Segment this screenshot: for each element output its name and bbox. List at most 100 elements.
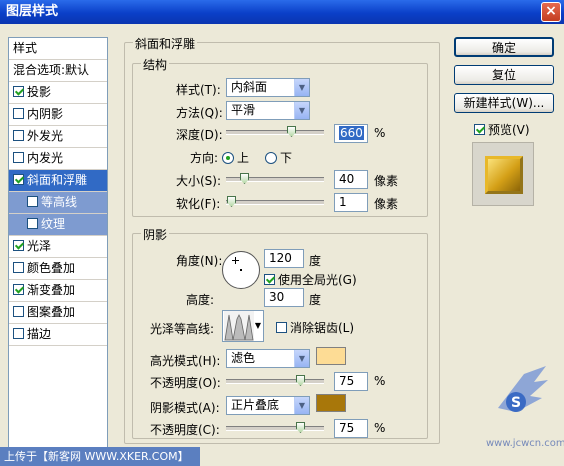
angle-input[interactable]: 120 bbox=[264, 249, 304, 268]
anti-aliased-checkbox[interactable] bbox=[276, 322, 287, 333]
size-input[interactable]: 40 bbox=[334, 170, 368, 189]
preview-checkbox[interactable] bbox=[474, 124, 485, 135]
list-item-stroke[interactable]: 描边 bbox=[9, 324, 107, 346]
preview-swatch bbox=[485, 156, 523, 194]
list-item-inner-shadow[interactable]: 内阴影 bbox=[9, 104, 107, 126]
altitude-unit: 度 bbox=[309, 293, 322, 307]
new-style-button[interactable]: 新建样式(W)... bbox=[454, 93, 554, 113]
direction-up-radio[interactable] bbox=[222, 152, 234, 164]
shadow-mode-select[interactable]: 正片叠底 ▼ bbox=[226, 396, 310, 415]
angle-crosshair-icon-v bbox=[235, 257, 236, 264]
angle-label: 角度(N): bbox=[176, 254, 223, 268]
direction-label: 方向: bbox=[190, 151, 219, 165]
size-slider[interactable] bbox=[226, 173, 324, 184]
angle-dial-center bbox=[240, 269, 242, 271]
close-button[interactable]: × bbox=[541, 2, 561, 22]
global-light-option[interactable]: 使用全局光(G) bbox=[264, 271, 357, 288]
chevron-down-icon: ▼ bbox=[294, 397, 309, 414]
technique-label: 方法(Q): bbox=[176, 106, 223, 120]
shadow-opacity-input[interactable]: 75 bbox=[334, 419, 368, 438]
technique-select[interactable]: 平滑 ▼ bbox=[226, 101, 310, 120]
ok-button[interactable]: 确定 bbox=[454, 37, 554, 57]
soften-slider[interactable] bbox=[226, 196, 324, 207]
depth-slider[interactable] bbox=[226, 126, 324, 137]
altitude-label: 高度: bbox=[186, 293, 215, 307]
bevel-emboss-title: 斜面和浮雕 bbox=[133, 35, 198, 52]
shadow-opacity-unit: % bbox=[374, 421, 386, 435]
preview-option[interactable]: 预览(V) bbox=[474, 121, 530, 138]
contour-curve-icon bbox=[224, 311, 254, 341]
gradient-overlay-checkbox[interactable] bbox=[13, 284, 24, 295]
svg-text:S: S bbox=[511, 395, 521, 411]
chevron-down-icon: ▼ bbox=[294, 79, 309, 96]
reset-button[interactable]: 复位 bbox=[454, 65, 554, 85]
highlight-opacity-input[interactable]: 75 bbox=[334, 372, 368, 391]
shadow-opacity-label: 不透明度(C): bbox=[150, 423, 220, 437]
anti-aliased-option[interactable]: 消除锯齿(L) bbox=[276, 319, 354, 336]
soften-label: 软化(F): bbox=[176, 197, 221, 211]
list-item-drop-shadow[interactable]: 投影 bbox=[9, 82, 107, 104]
soften-input[interactable]: 1 bbox=[334, 193, 368, 212]
structure-title: 结构 bbox=[141, 56, 170, 73]
global-light-checkbox[interactable] bbox=[264, 274, 275, 285]
texture-checkbox[interactable] bbox=[27, 218, 38, 229]
angle-dial[interactable] bbox=[222, 251, 260, 289]
stroke-checkbox[interactable] bbox=[13, 328, 24, 339]
altitude-input[interactable]: 30 bbox=[264, 288, 304, 307]
title-bar: 图层样式 × bbox=[0, 0, 564, 24]
styles-list: 样式 混合选项:默认 投影 内阴影 外发光 内发光 斜面和浮雕 等高线 纹理 光… bbox=[8, 37, 108, 452]
shadow-color-swatch[interactable] bbox=[316, 394, 346, 412]
gloss-contour-label: 光泽等高线: bbox=[150, 322, 215, 336]
list-item-color-overlay[interactable]: 颜色叠加 bbox=[9, 258, 107, 280]
angle-unit: 度 bbox=[309, 254, 322, 268]
depth-label: 深度(D): bbox=[176, 128, 223, 142]
list-item-texture[interactable]: 纹理 bbox=[9, 214, 107, 236]
shadow-opacity-slider[interactable] bbox=[226, 422, 324, 433]
highlight-opacity-slider[interactable] bbox=[226, 375, 324, 386]
highlight-color-swatch[interactable] bbox=[316, 347, 346, 365]
list-item-bevel-emboss[interactable]: 斜面和浮雕 bbox=[9, 170, 107, 192]
list-item-outer-glow[interactable]: 外发光 bbox=[9, 126, 107, 148]
list-item-styles[interactable]: 样式 bbox=[9, 38, 107, 60]
color-overlay-checkbox[interactable] bbox=[13, 262, 24, 273]
size-label: 大小(S): bbox=[176, 174, 222, 188]
style-label: 样式(T): bbox=[176, 83, 221, 97]
site-logo: S bbox=[494, 364, 550, 420]
gloss-contour-picker[interactable]: ▼ bbox=[222, 310, 264, 342]
direction-down-option[interactable]: 下 bbox=[265, 149, 292, 166]
list-item-pattern-overlay[interactable]: 图案叠加 bbox=[9, 302, 107, 324]
size-unit: 像素 bbox=[374, 174, 399, 188]
list-item-gradient-overlay[interactable]: 渐变叠加 bbox=[9, 280, 107, 302]
style-select[interactable]: 内斜面 ▼ bbox=[226, 78, 310, 97]
watermark-site-text: www.jcwcn.com bbox=[486, 438, 564, 449]
direction-up-option[interactable]: 上 bbox=[222, 149, 249, 166]
satin-checkbox[interactable] bbox=[13, 240, 24, 251]
contour-checkbox[interactable] bbox=[27, 196, 38, 207]
direction-down-radio[interactable] bbox=[265, 152, 277, 164]
bevel-emboss-checkbox[interactable] bbox=[13, 174, 24, 185]
highlight-opacity-unit: % bbox=[374, 374, 386, 388]
chevron-down-icon: ▼ bbox=[294, 102, 309, 119]
shadow-mode-label: 阴影模式(A): bbox=[150, 401, 220, 415]
soften-unit: 像素 bbox=[374, 197, 399, 211]
list-item-inner-glow[interactable]: 内发光 bbox=[9, 148, 107, 170]
list-item-satin[interactable]: 光泽 bbox=[9, 236, 107, 258]
shading-title: 阴影 bbox=[141, 226, 170, 243]
list-item-blending-options[interactable]: 混合选项:默认 bbox=[9, 60, 107, 82]
close-icon: × bbox=[545, 3, 557, 19]
window-title: 图层样式 bbox=[6, 4, 59, 19]
outer-glow-checkbox[interactable] bbox=[13, 130, 24, 141]
preview-thumbnail bbox=[472, 142, 534, 206]
eagle-wing-icon: S bbox=[498, 366, 548, 412]
inner-shadow-checkbox[interactable] bbox=[13, 108, 24, 119]
watermark-footer: 上传于【新客网 WWW.XKER.COM】 bbox=[0, 447, 200, 466]
highlight-opacity-label: 不透明度(O): bbox=[150, 376, 221, 390]
highlight-mode-label: 高光模式(H): bbox=[150, 354, 221, 368]
chevron-down-icon: ▼ bbox=[294, 350, 309, 367]
drop-shadow-checkbox[interactable] bbox=[13, 86, 24, 97]
pattern-overlay-checkbox[interactable] bbox=[13, 306, 24, 317]
depth-input[interactable]: 660 bbox=[334, 124, 368, 143]
list-item-contour[interactable]: 等高线 bbox=[9, 192, 107, 214]
inner-glow-checkbox[interactable] bbox=[13, 152, 24, 163]
highlight-mode-select[interactable]: 滤色 ▼ bbox=[226, 349, 310, 368]
